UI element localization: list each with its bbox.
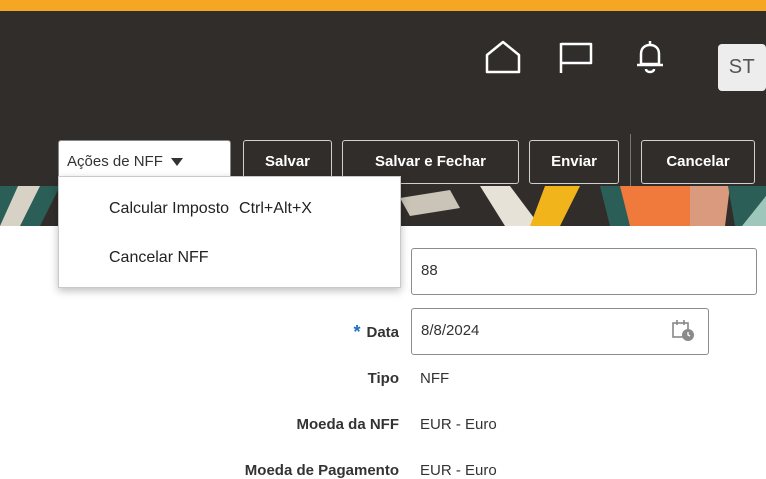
number-input[interactable]: 88 — [411, 248, 757, 295]
type-value: NFF — [420, 370, 450, 387]
menu-item-shortcut: Ctrl+Alt+X — [239, 200, 312, 217]
actions-dropdown-menu: Calcular Imposto Ctrl+Alt+X Cancelar NFF — [58, 176, 401, 288]
chevron-down-icon — [170, 158, 183, 167]
date-input[interactable]: 8/8/2024 — [411, 308, 709, 355]
header-accent-bar — [0, 0, 766, 11]
date-value: 8/8/2024 — [421, 322, 480, 339]
menu-item-calculate-tax[interactable]: Calcular Imposto Ctrl+Alt+X — [109, 200, 312, 218]
payment-currency-value: EUR - Euro — [420, 462, 497, 479]
calendar-icon[interactable] — [670, 318, 698, 344]
menu-item-label: Calcular Imposto — [109, 200, 230, 217]
type-label: Tipo — [367, 370, 399, 387]
date-label: * Data — [353, 322, 399, 342]
user-avatar[interactable]: ST — [718, 44, 766, 91]
cancel-button[interactable]: Cancelar — [641, 140, 755, 184]
menu-item-cancel-nff[interactable]: Cancelar NFF — [109, 249, 209, 267]
toolbar-divider — [630, 134, 631, 190]
submit-button[interactable]: Enviar — [529, 140, 619, 184]
actions-menu-label: Ações de NFF — [67, 153, 163, 170]
required-indicator: * — [353, 322, 361, 342]
bell-icon[interactable] — [634, 37, 666, 77]
flag-icon[interactable] — [557, 39, 595, 75]
currency-label: Moeda da NFF — [296, 416, 399, 433]
menu-item-label: Cancelar NFF — [109, 249, 209, 266]
home-icon[interactable] — [484, 39, 522, 75]
currency-value: EUR - Euro — [420, 416, 497, 433]
payment-currency-label: Moeda de Pagamento — [244, 462, 399, 479]
